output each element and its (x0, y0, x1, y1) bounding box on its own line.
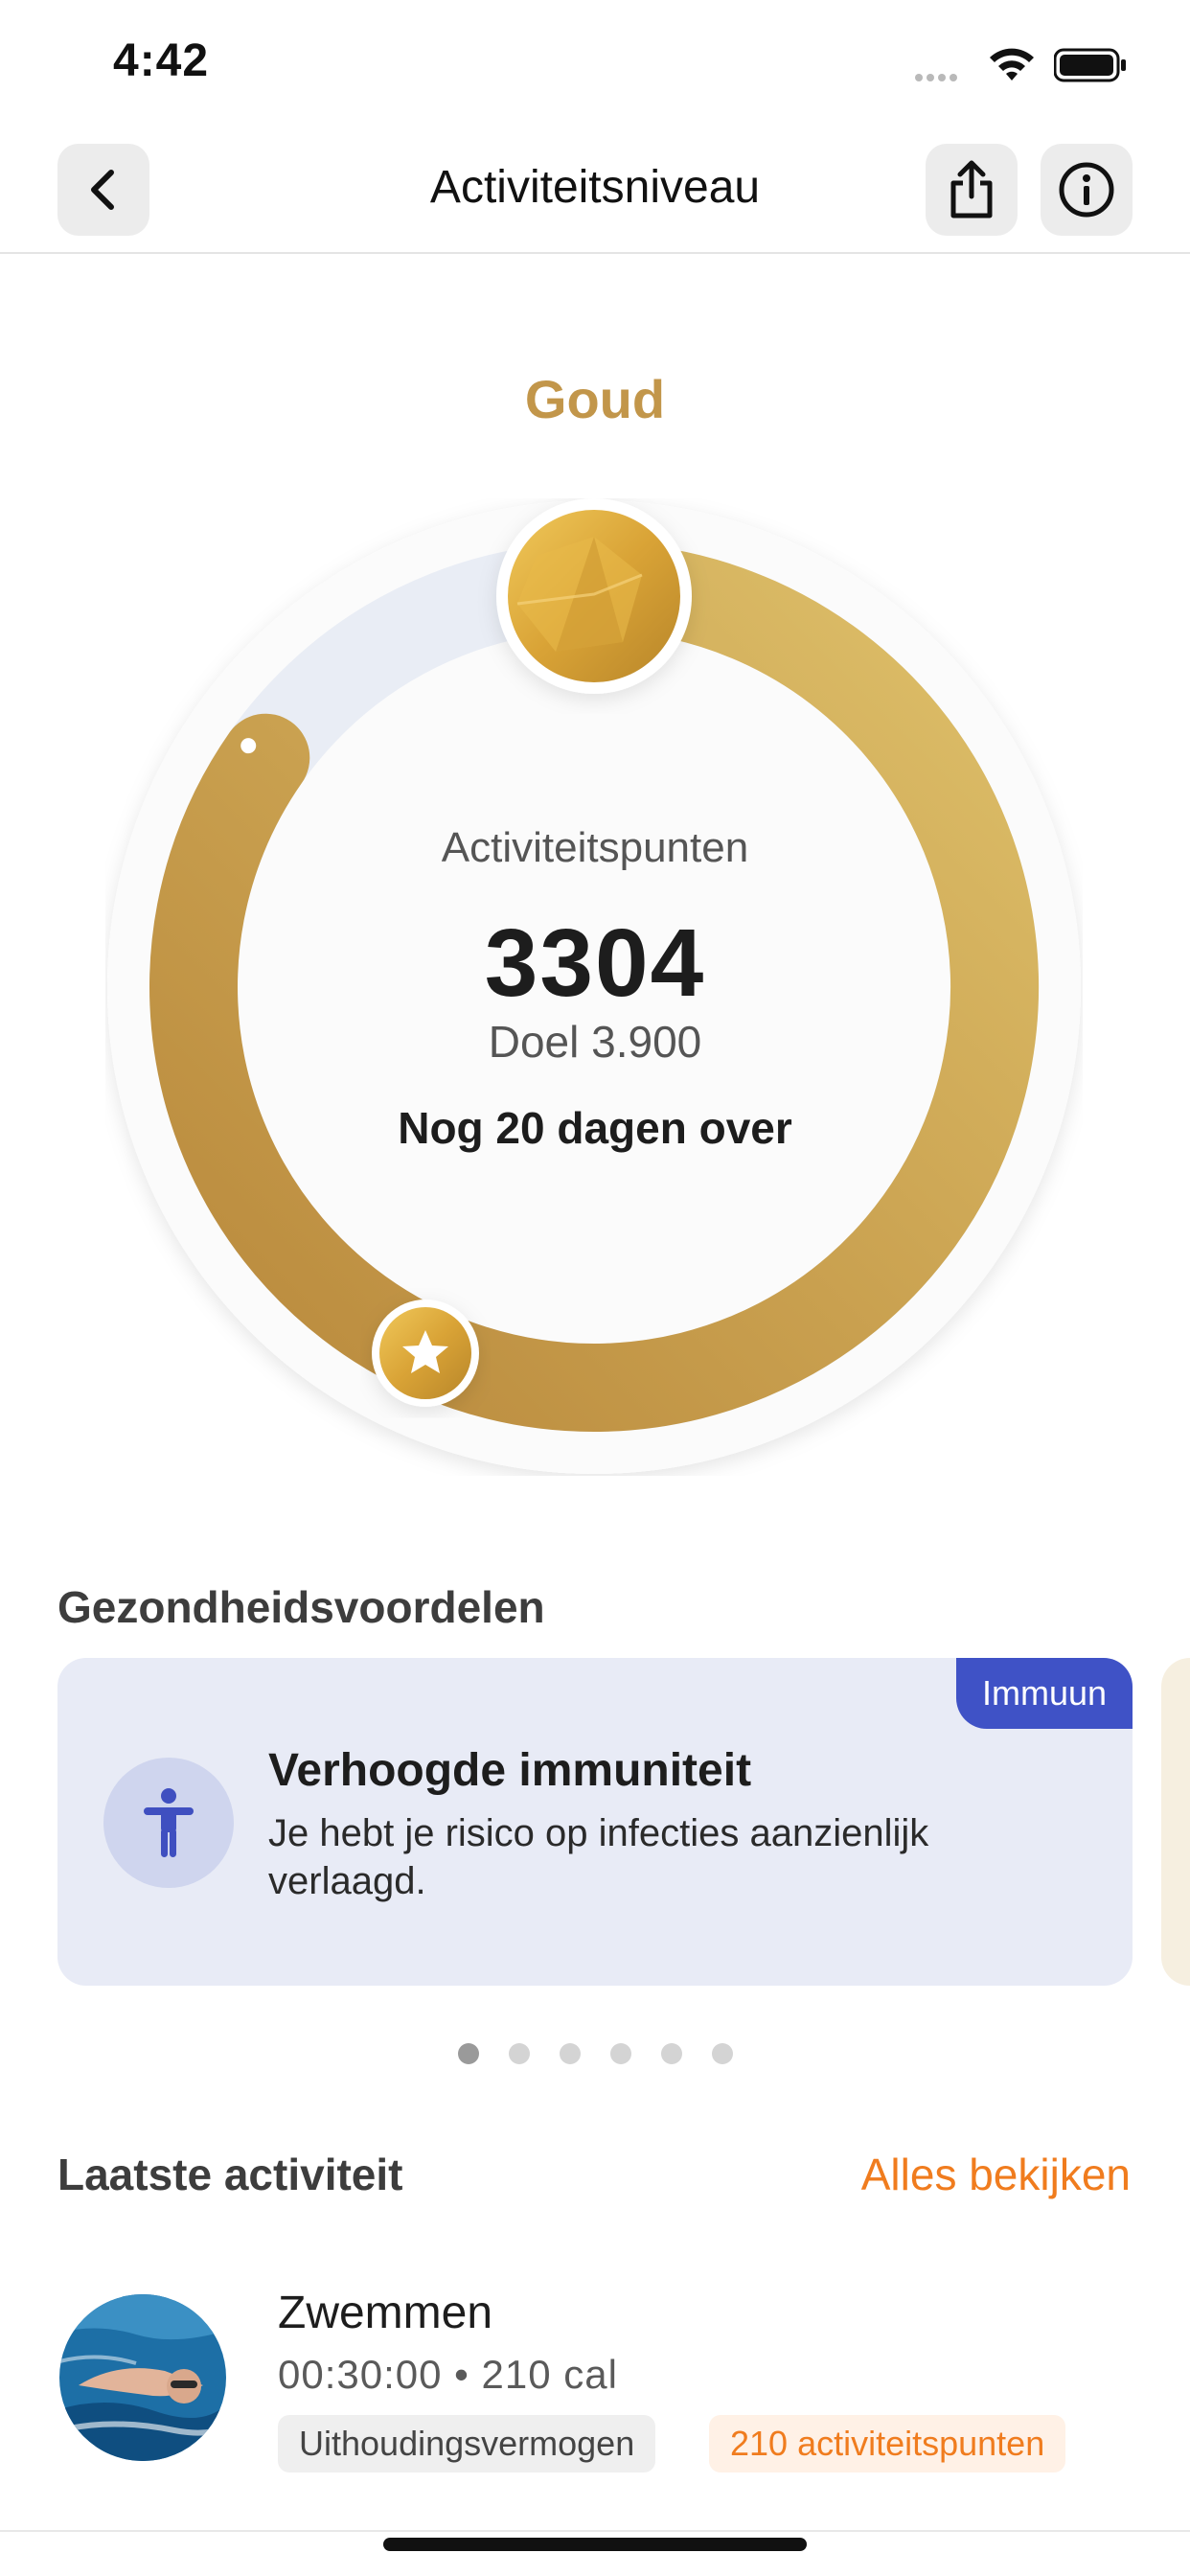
benefit-badge: Immuun (956, 1658, 1133, 1729)
benefit-icon (103, 1758, 234, 1888)
points-goal: Doel 3.900 (488, 1017, 702, 1067)
activity-title[interactable]: Zwemmen (278, 2287, 492, 2339)
activity-meta: 00:30:00 • 210 cal (278, 2352, 618, 2397)
battery-icon (1054, 48, 1126, 82)
points-value: 3304 (484, 909, 706, 1017)
benefit-card[interactable]: Immuun Verhoogde immuniteit Je hebt je r… (57, 1658, 1133, 1986)
page-dot[interactable] (711, 2043, 733, 2064)
ring-end-dot (240, 738, 257, 754)
accessibility-person-icon (144, 1788, 194, 1857)
page-indicator[interactable] (0, 2043, 1190, 2064)
benefits-section-title: Gezondheidsvoordelen (57, 1582, 545, 1632)
latest-activity-title: Laatste activiteit (57, 2150, 403, 2199)
page-dot[interactable] (609, 2043, 631, 2064)
info-icon (1059, 162, 1114, 218)
cellular-signal-icon (915, 69, 971, 81)
page-dot[interactable] (559, 2043, 581, 2064)
gold-medal-icon (496, 498, 692, 694)
days-remaining: Nog 20 dagen over (398, 1103, 792, 1153)
home-indicator[interactable] (383, 2538, 807, 2551)
benefit-title: Verhoogde immuniteit (268, 1745, 752, 1796)
points-label: Activiteitspunten (441, 824, 749, 871)
next-benefit-card[interactable] (1161, 1658, 1190, 1986)
bottom-divider (0, 2530, 1190, 2532)
wifi-icon (990, 48, 1034, 80)
swimmer-image (59, 2294, 226, 2461)
level-name: Goud (524, 369, 666, 429)
share-button[interactable] (926, 144, 1018, 236)
header-divider (0, 252, 1190, 254)
info-button[interactable] (1041, 144, 1133, 236)
activity-points-tag: 210 activiteitspunten (709, 2415, 1066, 2472)
status-time: 4:42 (113, 35, 210, 86)
page-dot[interactable] (457, 2043, 479, 2064)
benefit-description: Je hebt je risico op infecties aanzienli… (268, 1812, 929, 1902)
activity-avatar[interactable] (59, 2294, 226, 2461)
share-icon (950, 160, 993, 218)
star-marker-icon (372, 1300, 479, 1407)
activity-category-tag: Uithoudingsvermogen (278, 2415, 656, 2472)
view-all-link[interactable]: Alles bekijken (861, 2149, 1131, 2200)
page-dot[interactable] (508, 2043, 530, 2064)
page-dot[interactable] (660, 2043, 682, 2064)
